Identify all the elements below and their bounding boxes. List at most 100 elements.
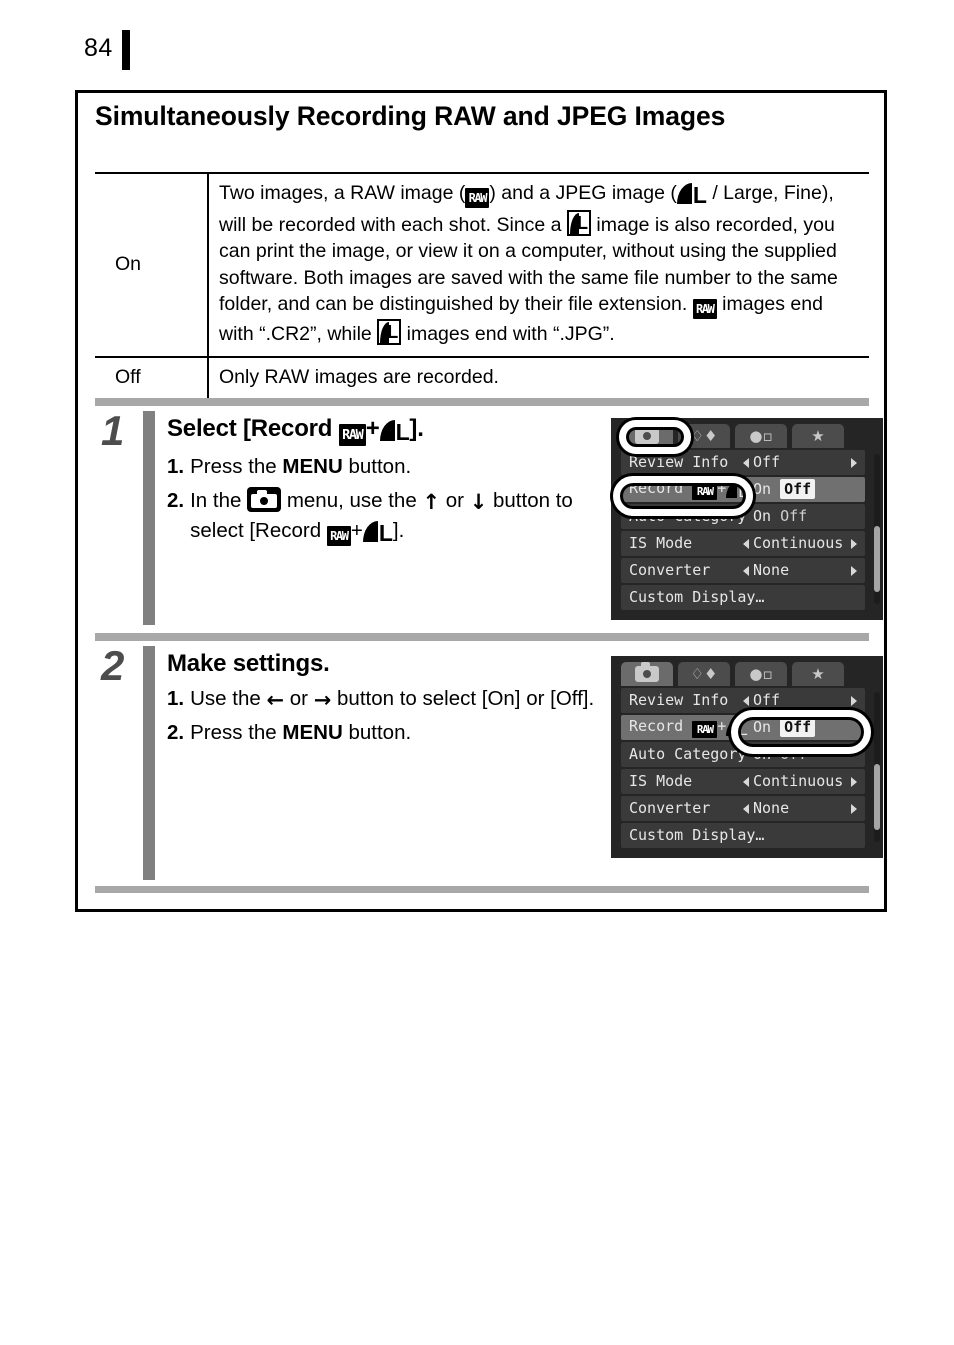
lcd-row-value: Continuous bbox=[753, 534, 844, 552]
lcd-row-label: Review Info bbox=[629, 453, 729, 471]
quality-pie-shape bbox=[726, 481, 738, 498]
substep-text-pre: In the bbox=[190, 489, 242, 512]
star-icon: ★ bbox=[811, 665, 825, 683]
step-1-title: Select [Record RAW + L]. bbox=[167, 413, 597, 448]
row-body-on: Two images, a RAW image (RAW) and a JPEG… bbox=[208, 173, 869, 358]
person-camera-icon: ●▫ bbox=[749, 427, 773, 445]
lcd-row-label: Record RAW + L bbox=[629, 714, 748, 742]
raw-jpeg-description-table: On Two images, a RAW image (RAW) and a J… bbox=[95, 172, 869, 400]
substep-text-post: button. bbox=[348, 721, 412, 744]
chevron-left-icon bbox=[743, 566, 749, 576]
substep-text-post: button to select [On] or [Off]. bbox=[337, 687, 595, 710]
quality-size-letter: L bbox=[378, 520, 393, 546]
shooting-tab[interactable] bbox=[621, 424, 673, 448]
toggle-on-option[interactable]: On bbox=[753, 745, 771, 763]
camera-menu-icon bbox=[247, 487, 282, 512]
lcd-row-converter[interactable]: Converter None bbox=[621, 558, 865, 583]
scrollbar[interactable] bbox=[874, 454, 880, 604]
scrollbar[interactable] bbox=[874, 692, 880, 842]
my-camera-tab[interactable]: ●▫ bbox=[735, 662, 787, 686]
toggle-off-option-selected[interactable]: Off bbox=[780, 479, 816, 499]
toggle-off-option[interactable]: Off bbox=[780, 745, 807, 763]
setup-tab[interactable]: ♢♦ bbox=[678, 662, 730, 686]
raw-icon: RAW bbox=[338, 424, 366, 446]
lcd-menu-list: Review Info Off Record RAW + L On Off Auto… bbox=[621, 450, 865, 612]
shooting-tab[interactable] bbox=[621, 662, 673, 686]
step-2-substep-2: 2. Press the MENU button. bbox=[167, 718, 597, 748]
page-rule-bar bbox=[122, 30, 130, 70]
scrollbar-thumb[interactable] bbox=[874, 526, 880, 592]
scrollbar-thumb[interactable] bbox=[874, 764, 880, 830]
quality-size-letter: L bbox=[395, 419, 410, 445]
toggle-on-option[interactable]: On bbox=[753, 507, 771, 525]
lcd-row-value: Off bbox=[753, 453, 781, 471]
lcd-row-label: Custom Display… bbox=[629, 826, 765, 844]
step-1-title-pre: Select [Record bbox=[167, 415, 333, 442]
step-1-substep-2: 2. In the menu, use the ↑ or ↓ button to… bbox=[167, 486, 597, 549]
lcd-row-label: Auto Category bbox=[629, 507, 747, 525]
substep-number: 2. bbox=[167, 721, 185, 744]
lcd-row-label: Auto Category bbox=[629, 745, 747, 763]
camera-bump-shape bbox=[257, 490, 268, 495]
substep-text-pre: Use the bbox=[190, 687, 261, 710]
lcd-row-auto-category[interactable]: Auto Category On Off bbox=[621, 742, 865, 767]
lcd-label-plus: + bbox=[717, 478, 727, 497]
step-1: 1 Select [Record RAW + L]. 1. Press the ME… bbox=[95, 407, 883, 629]
lcd-label-plus: + bbox=[717, 716, 727, 735]
table-row: Off Only RAW images are recorded. bbox=[95, 356, 869, 400]
fine-large-quality-icon: L bbox=[676, 183, 707, 210]
lcd-row-is-mode[interactable]: IS Mode Continuous bbox=[621, 769, 865, 794]
substep-text-or: or bbox=[289, 687, 309, 710]
quality-size-letter: L bbox=[738, 719, 748, 739]
step-1-title-post: ]. bbox=[409, 415, 424, 442]
lcd-row-auto-category[interactable]: Auto Category On Off bbox=[621, 504, 865, 529]
lcd-row-record-raw-jpeg[interactable]: Record RAW + L On Off bbox=[621, 477, 865, 502]
favorites-tab[interactable]: ★ bbox=[792, 662, 844, 686]
lcd-row-value: On Off bbox=[753, 742, 807, 767]
chevron-left-icon bbox=[743, 539, 749, 549]
toggle-off-option-selected[interactable]: Off bbox=[780, 717, 816, 737]
chevron-left-icon bbox=[743, 777, 749, 787]
step-1-number: 1 bbox=[101, 407, 125, 454]
lcd-row-review-info[interactable]: Review Info Off bbox=[621, 450, 865, 475]
substep-text-pre: Press the bbox=[190, 455, 277, 478]
substep-text: Press the MENU button. bbox=[190, 718, 597, 748]
lcd-row-converter[interactable]: Converter None bbox=[621, 796, 865, 821]
lcd-row-value: On Off bbox=[753, 477, 816, 502]
toggle-off-option[interactable]: Off bbox=[780, 507, 807, 525]
quality-pie-shape bbox=[362, 521, 378, 542]
my-camera-tab[interactable]: ●▫ bbox=[735, 424, 787, 448]
lcd-row-value: On Off bbox=[753, 715, 816, 740]
setup-tab[interactable]: ♢♦ bbox=[678, 424, 730, 448]
step-2-body: Make settings. 1. Use the ← or → button … bbox=[167, 646, 597, 748]
chevron-right-icon bbox=[851, 566, 857, 576]
lcd-row-custom-display[interactable]: Custom Display… bbox=[621, 823, 865, 848]
favorites-tab[interactable]: ★ bbox=[792, 424, 844, 448]
table-row: On Two images, a RAW image (RAW) and a J… bbox=[95, 173, 869, 358]
toggle-on-option[interactable]: On bbox=[753, 718, 771, 736]
lcd-label-pre: Record bbox=[629, 716, 684, 735]
lcd-row-value: Continuous bbox=[753, 772, 844, 790]
wrench-icon: ♢♦ bbox=[690, 665, 718, 683]
raw-icon: RAW bbox=[465, 188, 490, 208]
substep-text: In the menu, use the ↑ or ↓ button to se… bbox=[190, 486, 597, 549]
page-number: 84 bbox=[84, 34, 113, 62]
lcd-row-custom-display[interactable]: Custom Display… bbox=[621, 585, 865, 610]
quality-size-letter-outline: L bbox=[387, 322, 399, 342]
chevron-right-icon bbox=[851, 458, 857, 468]
substep-text-mid: menu, use the bbox=[286, 489, 417, 512]
substep-text-pre: Press the bbox=[190, 721, 277, 744]
substep-text-post: button. bbox=[348, 455, 412, 478]
lcd-row-is-mode[interactable]: IS Mode Continuous bbox=[621, 531, 865, 556]
page-title: Simultaneously Recording RAW and JPEG Im… bbox=[95, 101, 726, 131]
quality-size-letter: L bbox=[738, 481, 748, 501]
step-1-title-plus: + bbox=[365, 415, 380, 442]
lcd-row-review-info[interactable]: Review Info Off bbox=[621, 688, 865, 713]
content-frame: Simultaneously Recording RAW and JPEG Im… bbox=[75, 90, 887, 912]
toggle-on-option[interactable]: On bbox=[753, 480, 771, 498]
quality-size-letter-outline: L bbox=[576, 212, 588, 233]
row-label-on: On bbox=[95, 173, 209, 358]
lcd-row-record-raw-jpeg[interactable]: Record RAW + L On Off bbox=[621, 715, 865, 740]
normal-large-quality-icon: L bbox=[377, 319, 402, 345]
chevron-right-icon bbox=[851, 804, 857, 814]
